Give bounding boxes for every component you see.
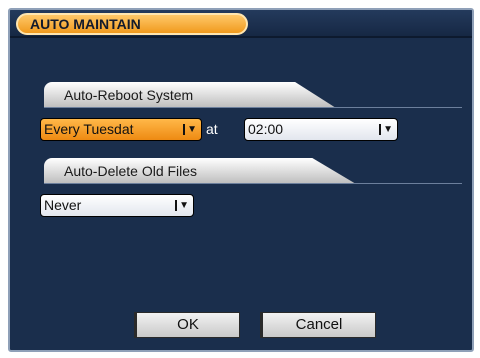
- cancel-button[interactable]: Cancel: [260, 312, 376, 338]
- chevron-down-icon: ▼: [175, 199, 189, 212]
- section-divider: [44, 183, 462, 184]
- reboot-day-dropdown[interactable]: Every Tuesdat ▼: [40, 118, 202, 141]
- dialog-title: AUTO MAINTAIN: [16, 13, 248, 35]
- reboot-time-value: 02:00: [248, 121, 284, 137]
- auto-maintain-dialog: AUTO MAINTAIN Auto-Reboot System Every T…: [8, 8, 474, 352]
- auto-delete-section-label: Auto-Delete Old Files: [44, 158, 356, 184]
- delete-old-files-value: Never: [44, 197, 82, 213]
- chevron-down-icon: ▼: [183, 123, 197, 136]
- chevron-down-icon: ▼: [379, 123, 393, 136]
- at-label: at: [206, 121, 218, 137]
- section-divider: [44, 107, 462, 108]
- delete-old-files-dropdown[interactable]: Never ▼: [40, 194, 194, 217]
- reboot-day-value: Every Tuesdat: [44, 121, 134, 137]
- reboot-time-dropdown[interactable]: 02:00 ▼: [244, 118, 398, 141]
- ok-button[interactable]: OK: [134, 312, 240, 338]
- title-bar: AUTO MAINTAIN: [10, 10, 472, 38]
- auto-reboot-section-label: Auto-Reboot System: [44, 82, 336, 108]
